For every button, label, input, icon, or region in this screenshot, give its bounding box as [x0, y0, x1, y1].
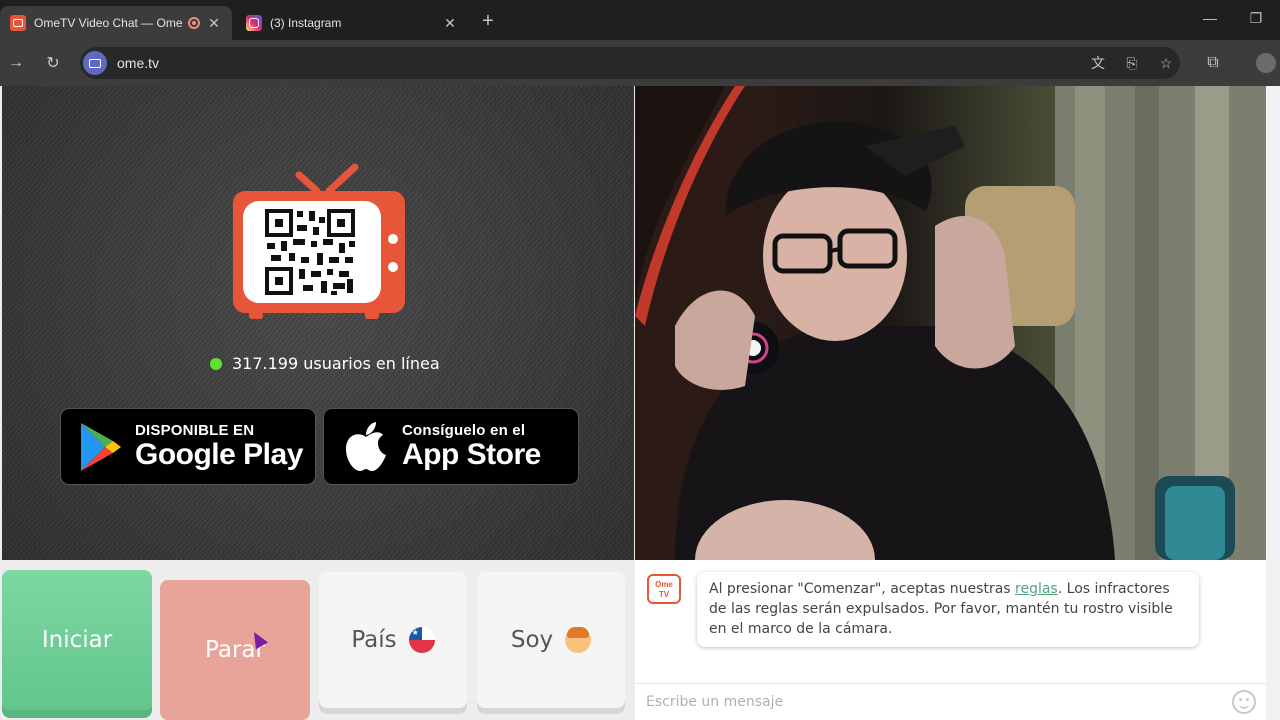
logo-bottom-text: TV [658, 590, 670, 599]
forward-icon[interactable]: → [5, 52, 27, 74]
address-bar[interactable]: ome.tv [80, 47, 1180, 79]
tab-title: OmeTV Video Chat — Ome [34, 16, 182, 30]
online-count: 317.199 usuarios en línea [232, 354, 440, 373]
boy-icon [565, 627, 592, 653]
google-play-big-text: Google Play [135, 438, 303, 471]
close-tab-icon[interactable]: ✕ [442, 15, 458, 32]
gender-label: Soy [510, 627, 554, 653]
bookmark-star-icon[interactable]: ☆ [1156, 52, 1176, 74]
extensions-icon[interactable]: ⧉ [1202, 52, 1224, 74]
instagram-favicon-icon [246, 15, 262, 31]
reload-icon[interactable]: ↻ [42, 52, 64, 74]
google-play-icon [81, 422, 121, 471]
app-store-small-text: Consíguelo en el [402, 422, 526, 439]
stop-button[interactable]: Parar [160, 580, 310, 720]
apple-icon [346, 421, 386, 471]
new-tab-button[interactable]: + [478, 10, 498, 33]
close-tab-icon[interactable]: ✕ [206, 15, 222, 32]
page-content: 317.199 usuarios en línea DISPONIBLE EN … [0, 86, 1280, 720]
restore-button[interactable]: ❐ [1246, 10, 1266, 27]
partner-video-frame [635, 86, 1266, 560]
site-info-icon[interactable] [83, 51, 107, 75]
emoji-icon[interactable] [1232, 690, 1256, 714]
ometv-qr-logo [233, 163, 405, 319]
own-video-panel: 317.199 usuarios en línea DISPONIBLE EN … [2, 86, 634, 560]
start-label: Iniciar [41, 627, 113, 653]
page-scrollbar[interactable] [1266, 86, 1280, 720]
browser-toolbar: → ↻ ome.tv 文 ⎘ ☆ ⧉ [0, 40, 1280, 86]
install-app-icon[interactable]: ⎘ [1122, 52, 1142, 74]
message-bar [635, 683, 1266, 720]
google-play-small-text: DISPONIBLE EN [135, 422, 255, 439]
profile-avatar[interactable] [1256, 53, 1276, 73]
message-input[interactable] [646, 694, 1216, 710]
tab-title: (3) Instagram [270, 16, 342, 30]
url-text[interactable]: ome.tv [117, 55, 159, 71]
rules-link[interactable]: reglas [1015, 581, 1058, 597]
ometv-logo-icon: Ome TV [647, 574, 681, 604]
tab-ometv[interactable]: OmeTV Video Chat — Ome ✕ [0, 6, 232, 40]
country-label: País [351, 627, 397, 653]
app-store-badge[interactable]: Consíguelo en el App Store [323, 408, 579, 485]
chile-flag-icon: ★ [408, 627, 435, 653]
google-play-badge[interactable]: DISPONIBLE EN Google Play [60, 408, 316, 485]
country-button[interactable]: País ★ [319, 572, 467, 708]
app-store-big-text: App Store [402, 438, 541, 471]
system-message: Al presionar "Comenzar", aceptas nuestra… [697, 572, 1199, 647]
ometv-favicon-icon [10, 15, 26, 31]
tab-instagram[interactable]: (3) Instagram ✕ [236, 6, 468, 40]
start-button[interactable]: Iniciar [2, 570, 152, 710]
minimize-button[interactable]: — [1200, 10, 1220, 26]
translate-icon[interactable]: 文 [1088, 52, 1108, 74]
online-dot-icon [210, 357, 222, 370]
partner-video-panel [635, 86, 1266, 560]
tab-strip: OmeTV Video Chat — Ome ✕ (3) Instagram ✕… [0, 0, 1280, 40]
online-users: 317.199 usuarios en línea [210, 354, 440, 373]
message-text-before: Al presionar "Comenzar", aceptas nuestra… [709, 581, 1016, 597]
recording-indicator-icon [188, 17, 200, 29]
gender-button[interactable]: Soy [477, 572, 625, 708]
logo-top-text: Ome [655, 580, 673, 589]
chat-panel: Ome TV Al presionar "Comenzar", aceptas … [635, 560, 1266, 720]
